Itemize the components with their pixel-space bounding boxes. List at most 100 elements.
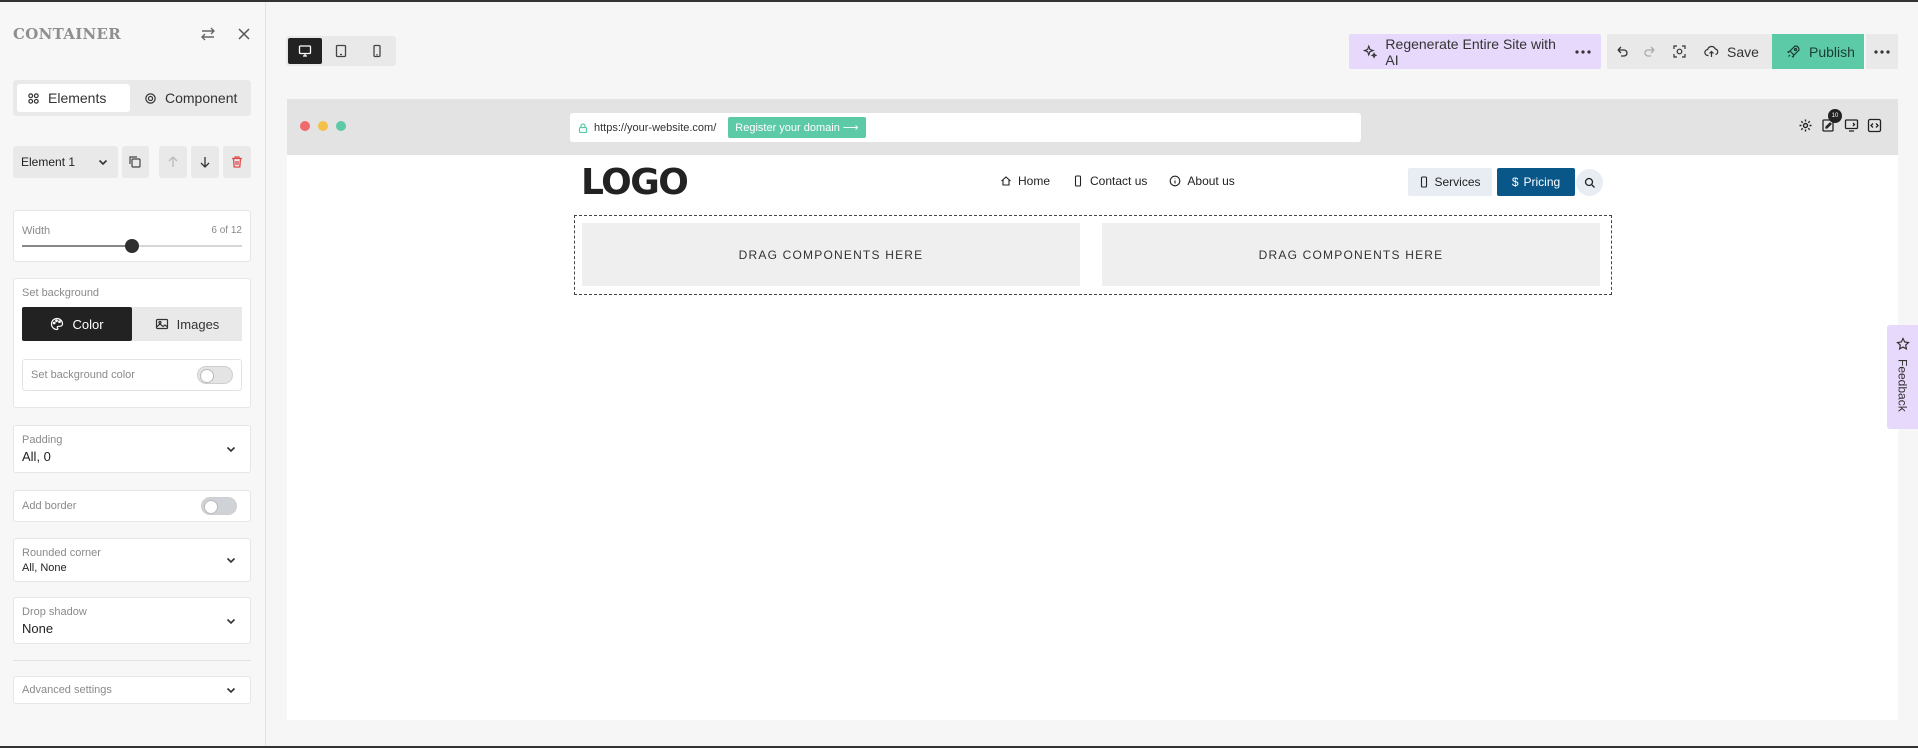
shadow-value: None bbox=[22, 620, 54, 636]
tab-component[interactable]: Component bbox=[134, 84, 247, 112]
phone-icon bbox=[1074, 175, 1082, 187]
tab-label: Elements bbox=[48, 90, 107, 106]
pages-button[interactable]: 10 bbox=[1821, 109, 1842, 133]
code-icon bbox=[1867, 118, 1882, 133]
layout-button[interactable] bbox=[1844, 118, 1859, 133]
nav-home[interactable]: Home bbox=[1000, 174, 1050, 188]
padding-value: All, 0 bbox=[22, 449, 51, 464]
element-controls: Element 1 bbox=[13, 146, 251, 178]
move-down-button[interactable] bbox=[191, 146, 220, 178]
rounded-corner-dropdown[interactable]: Rounded corner All, None bbox=[13, 538, 251, 582]
logo-text: LOGO bbox=[581, 165, 687, 199]
lock-icon bbox=[578, 122, 588, 133]
element-select-value: Element 1 bbox=[21, 155, 76, 169]
preview-button[interactable] bbox=[1665, 34, 1694, 69]
swap-icon[interactable] bbox=[199, 25, 217, 43]
search-icon bbox=[1584, 177, 1595, 188]
background-type-toggle: Color Images bbox=[22, 307, 242, 341]
width-slider[interactable] bbox=[22, 239, 242, 253]
copy-icon bbox=[129, 156, 142, 168]
device-switcher bbox=[286, 36, 396, 66]
save-button[interactable]: Save bbox=[1694, 44, 1759, 60]
slider-thumb[interactable] bbox=[125, 239, 139, 253]
undo-button[interactable] bbox=[1607, 34, 1636, 69]
background-color-button[interactable]: Color bbox=[22, 307, 132, 341]
mobile-view-button[interactable] bbox=[360, 38, 394, 64]
mobile-icon bbox=[373, 44, 381, 58]
arrow-up-icon bbox=[168, 156, 178, 167]
monitor-icon bbox=[1844, 119, 1859, 132]
feedback-label: Feedback bbox=[1895, 359, 1910, 412]
gear-icon bbox=[145, 92, 156, 104]
move-up-button[interactable] bbox=[159, 146, 188, 178]
width-label: Width bbox=[22, 225, 51, 237]
drop-zone[interactable]: DRAG COMPONENTS HERE bbox=[1102, 223, 1600, 286]
background-color-toggle[interactable] bbox=[197, 366, 233, 384]
phone-icon bbox=[1421, 176, 1428, 188]
shadow-label: Drop shadow bbox=[22, 605, 87, 618]
close-icon[interactable] bbox=[235, 25, 253, 43]
duplicate-button[interactable] bbox=[121, 146, 150, 178]
desktop-view-button[interactable] bbox=[288, 38, 322, 64]
canvas-browser: https://your-website.com/ Register your … bbox=[287, 99, 1898, 720]
save-label: Save bbox=[1727, 43, 1759, 60]
background-section: Set background Color Images Set backgrou… bbox=[13, 278, 251, 408]
redo-button[interactable] bbox=[1636, 34, 1665, 69]
window-dots bbox=[300, 121, 346, 131]
canvas-tools: 10 bbox=[1798, 109, 1882, 133]
site-nav: Home Contact us About us bbox=[1000, 174, 1235, 188]
pricing-button[interactable]: $ Pricing bbox=[1497, 168, 1575, 196]
feedback-tab[interactable]: Feedback bbox=[1887, 325, 1918, 429]
delete-button[interactable] bbox=[223, 146, 251, 178]
maximize-dot bbox=[336, 121, 346, 131]
publish-button[interactable]: Publish bbox=[1772, 34, 1864, 69]
drop-zone[interactable]: DRAG COMPONENTS HERE bbox=[582, 223, 1080, 286]
site-search-button[interactable] bbox=[1576, 169, 1603, 196]
regenerate-site-button[interactable]: Regenerate Entire Site with AI bbox=[1349, 36, 1565, 68]
more-icon bbox=[1874, 49, 1890, 54]
rounded-label: Rounded corner bbox=[22, 546, 101, 559]
edit-actions: Save bbox=[1607, 34, 1772, 69]
desktop-icon bbox=[298, 45, 312, 57]
site-logo[interactable]: LOGO bbox=[581, 165, 713, 199]
chevron-down-icon bbox=[226, 618, 236, 624]
background-color-label: Set background color bbox=[31, 369, 135, 381]
redo-icon bbox=[1644, 46, 1655, 57]
padding-dropdown[interactable]: Padding All, 0 bbox=[13, 425, 251, 473]
border-toggle[interactable] bbox=[201, 497, 237, 515]
minimize-dot bbox=[318, 121, 328, 131]
sparkle-icon bbox=[1363, 44, 1378, 59]
info-icon bbox=[1170, 175, 1181, 187]
tab-elements[interactable]: Elements bbox=[17, 84, 130, 112]
address-bar[interactable]: https://your-website.com/ Register your … bbox=[570, 113, 1361, 142]
element-select[interactable]: Element 1 bbox=[13, 146, 118, 178]
tablet-view-button[interactable] bbox=[324, 38, 358, 64]
focus-icon bbox=[1673, 45, 1686, 58]
width-control: Width 6 of 12 bbox=[13, 210, 251, 262]
nav-about[interactable]: About us bbox=[1169, 174, 1235, 188]
publish-label: Publish bbox=[1809, 43, 1855, 60]
more-options-button[interactable] bbox=[1866, 34, 1898, 69]
advanced-settings-dropdown[interactable]: Advanced settings bbox=[13, 676, 251, 704]
divider bbox=[13, 660, 251, 661]
nav-contact[interactable]: Contact us bbox=[1072, 174, 1147, 188]
services-button[interactable]: Services bbox=[1408, 168, 1492, 196]
tab-label: Component bbox=[165, 90, 238, 106]
advanced-label: Advanced settings bbox=[22, 684, 112, 696]
register-domain-button[interactable]: Register your domain ⟶ bbox=[728, 117, 866, 138]
drop-shadow-dropdown[interactable]: Drop shadow None bbox=[13, 597, 251, 644]
background-images-button[interactable]: Images bbox=[132, 307, 242, 341]
code-button[interactable] bbox=[1867, 118, 1882, 133]
pages-badge: 10 bbox=[1828, 109, 1842, 123]
home-icon bbox=[1001, 176, 1011, 186]
dollar-icon: $ bbox=[1511, 175, 1519, 189]
close-dot bbox=[300, 121, 310, 131]
settings-button[interactable] bbox=[1798, 118, 1813, 133]
url-text: https://your-website.com/ bbox=[594, 121, 717, 134]
background-color-row: Set background color bbox=[22, 359, 242, 391]
border-label: Add border bbox=[22, 500, 77, 512]
selected-container[interactable]: DRAG COMPONENTS HERE DRAG COMPONENTS HER… bbox=[574, 215, 1612, 295]
regenerate-more-button[interactable] bbox=[1565, 34, 1601, 69]
color-tab-label: Color bbox=[72, 316, 104, 332]
cloud-upload-icon bbox=[1704, 45, 1719, 57]
